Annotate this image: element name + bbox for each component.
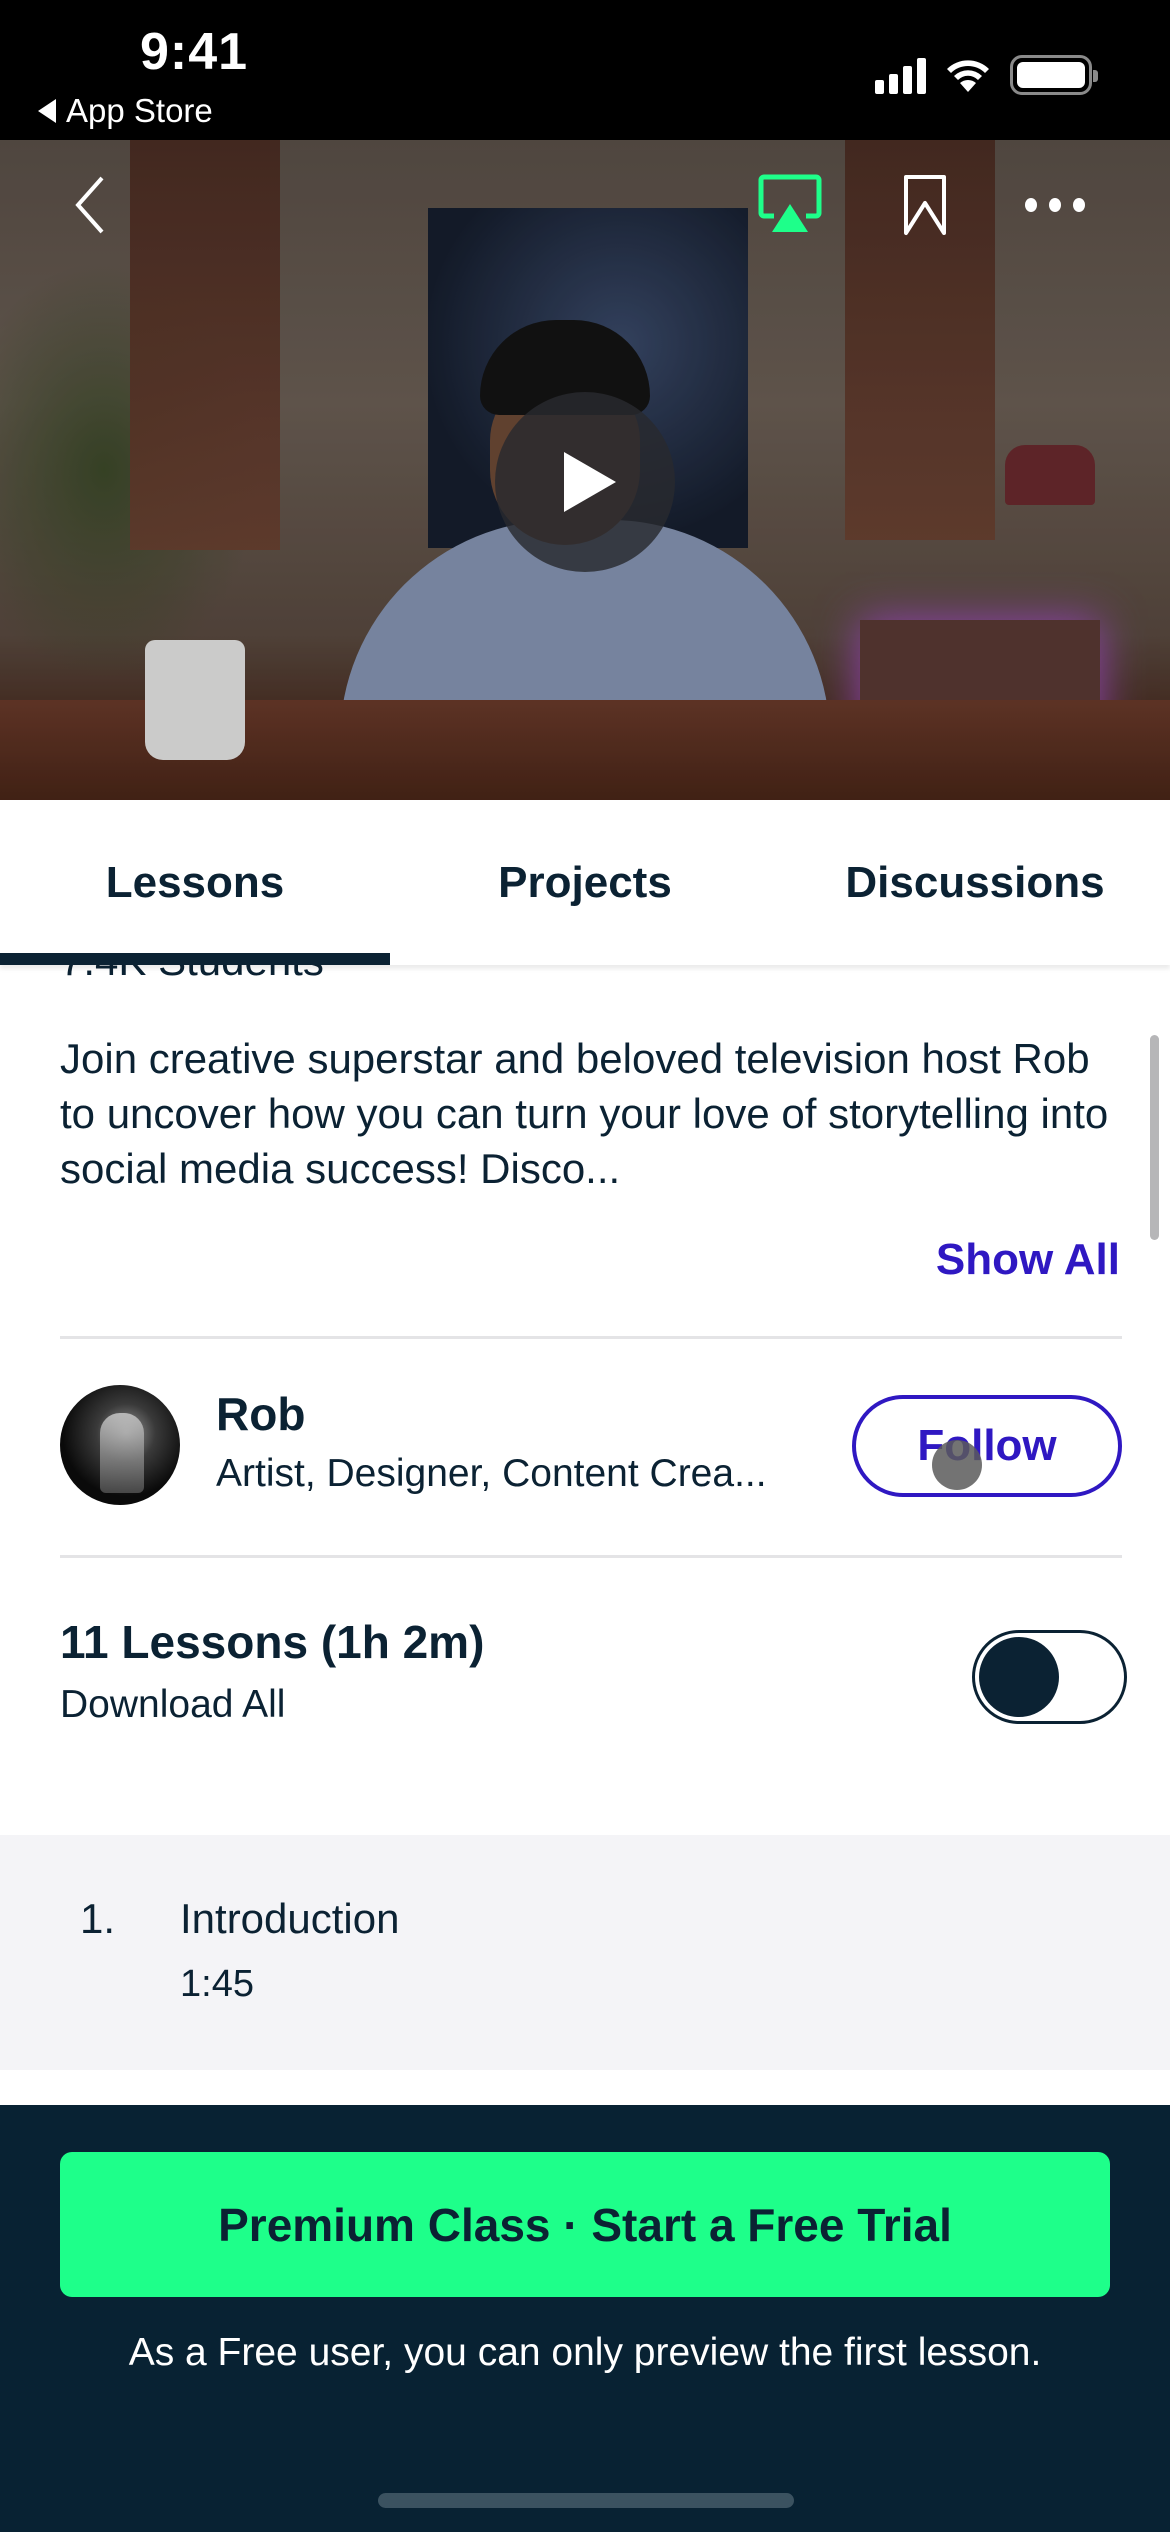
home-indicator[interactable] — [378, 2493, 794, 2508]
play-icon — [564, 452, 616, 512]
status-icons — [875, 55, 1098, 95]
bookmark-icon — [904, 175, 946, 235]
divider — [60, 1336, 1122, 1339]
video-player[interactable] — [0, 140, 1170, 800]
back-to-app-store[interactable]: App Store — [38, 92, 213, 130]
lesson-item[interactable]: 1. Introduction 1:45 — [0, 1835, 1170, 2070]
airplay-icon — [758, 174, 822, 232]
status-bar: 9:41 App Store — [0, 0, 1170, 140]
cellular-signal-icon — [875, 56, 926, 94]
tab-discussions[interactable]: Discussions — [780, 800, 1170, 965]
teacher-name[interactable]: Rob — [216, 1387, 305, 1441]
tab-lessons[interactable]: Lessons — [0, 800, 390, 965]
start-free-trial-button[interactable]: Premium Class · Start a Free Trial — [60, 2152, 1110, 2297]
back-triangle-icon — [38, 99, 56, 123]
lessons-count: 11 Lessons (1h 2m) — [60, 1616, 485, 1668]
lessons-header: 11 Lessons (1h 2m) Download All — [60, 1615, 484, 1727]
divider — [60, 1555, 1122, 1558]
lesson-duration: 1:45 — [180, 1963, 254, 2005]
download-all-label: Download All — [60, 1683, 286, 1726]
download-all-toggle[interactable] — [972, 1630, 1127, 1724]
show-all-link[interactable]: Show All — [936, 1235, 1120, 1285]
ellipsis-icon — [1025, 198, 1085, 212]
chevron-left-icon — [75, 176, 104, 234]
play-button[interactable] — [495, 392, 675, 572]
lesson-number: 1. — [80, 1895, 116, 1942]
scrollbar[interactable] — [1150, 1035, 1159, 1240]
teacher-role: Artist, Designer, Content Crea... — [216, 1452, 767, 1495]
class-description: Join creative superstar and beloved tele… — [60, 1035, 1109, 1192]
tab-projects[interactable]: Projects — [390, 800, 780, 965]
more-options-button[interactable] — [1015, 185, 1095, 225]
wifi-icon — [947, 60, 989, 92]
bookmark-button[interactable] — [890, 170, 960, 240]
lesson-title: Introduction — [180, 1895, 400, 1942]
toggle-knob — [979, 1637, 1059, 1717]
avatar[interactable] — [60, 1385, 180, 1505]
airplay-button[interactable] — [755, 170, 825, 240]
back-to-app-store-label: App Store — [66, 92, 213, 129]
premium-cta-panel: Premium Class · Start a Free Trial As a … — [0, 2105, 1170, 2532]
touch-indicator — [932, 1440, 982, 1490]
free-user-note: As a Free user, you can only preview the… — [128, 2331, 1042, 2374]
tab-bar: Lessons Projects Discussions — [0, 800, 1170, 965]
class-content[interactable]: 7.4K Students Join creative superstar an… — [0, 965, 1170, 2105]
status-time: 9:41 — [140, 23, 249, 81]
back-button[interactable] — [60, 170, 120, 240]
follow-button[interactable]: Follow — [852, 1395, 1122, 1497]
battery-icon — [1010, 55, 1098, 95]
student-count: 7.4K Students — [60, 965, 324, 985]
